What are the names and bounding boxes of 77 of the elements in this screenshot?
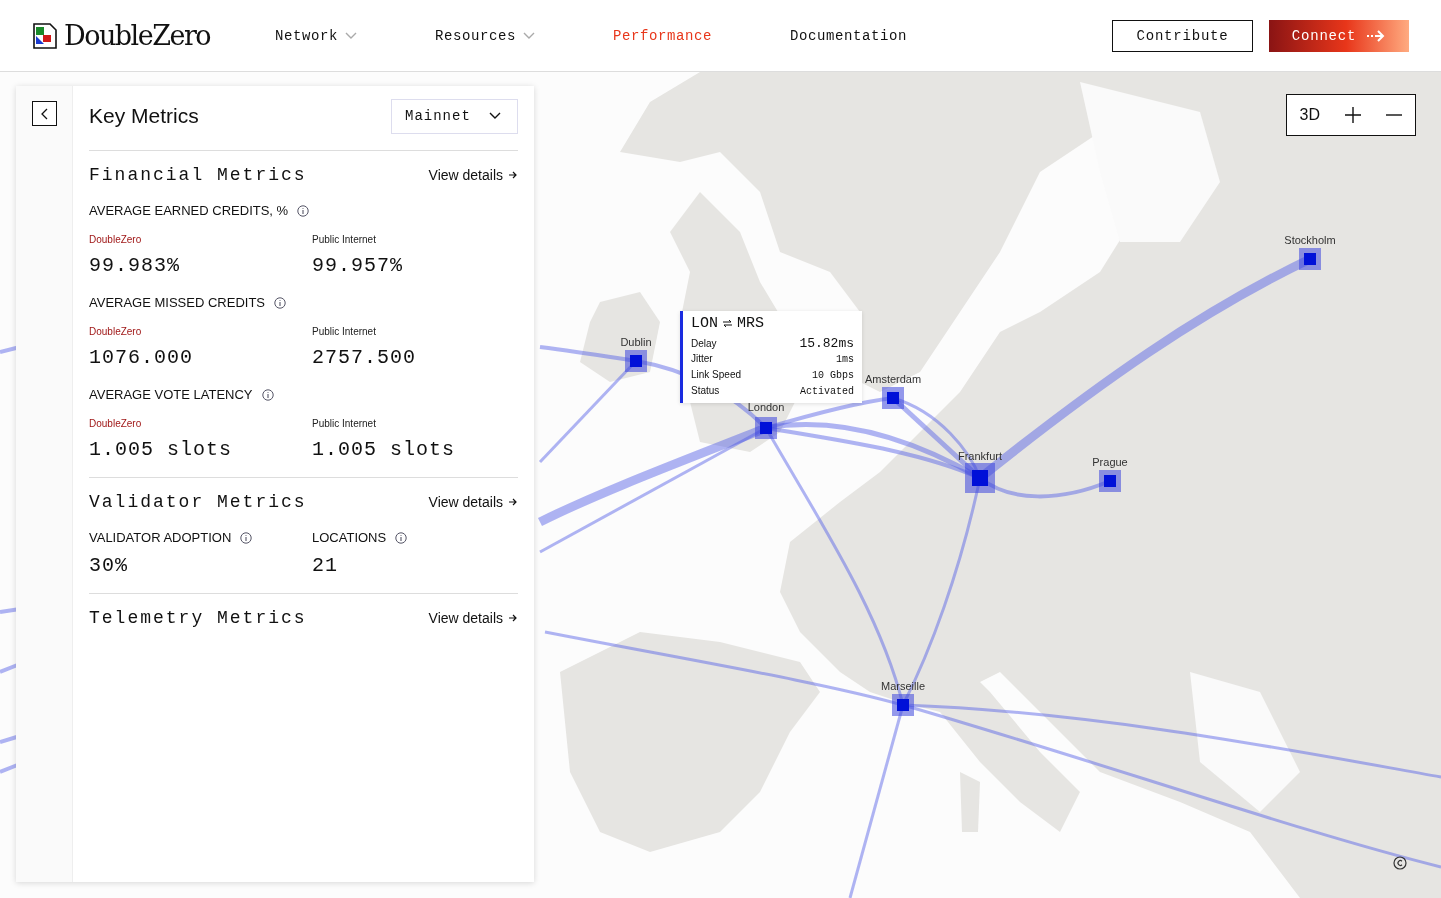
metric-value: 99.983% [89, 254, 181, 277]
connect-button[interactable]: Connect [1269, 19, 1409, 52]
panel-title: Key Metrics [89, 104, 199, 128]
source-label: Public Internet [312, 326, 377, 337]
metric-label: AVERAGE EARNED CREDITS, % [89, 203, 289, 218]
copyright-icon[interactable] [1393, 856, 1407, 870]
section-title: Telemetry Metrics [89, 608, 307, 628]
chevron-left-icon [40, 107, 48, 120]
arrow-right-icon [1366, 28, 1387, 43]
source-label: Public Internet [312, 418, 377, 429]
node-marker[interactable] [755, 417, 777, 439]
view-details-link[interactable]: View details [428, 610, 518, 626]
nav-link[interactable]: Resources [435, 27, 536, 44]
metric-label: LOCATIONS [312, 530, 387, 545]
city-label: Amsterdam [864, 373, 922, 385]
metric-label: VALIDATOR ADOPTION [89, 530, 232, 545]
network-dropdown[interactable]: Mainnet [391, 98, 518, 134]
metric-value: 99.957% [312, 254, 404, 277]
node-marker[interactable] [1099, 470, 1121, 492]
zoom-in-button[interactable] [1345, 107, 1362, 123]
metric-value: 2757.500 [312, 346, 417, 369]
minus-icon [1386, 114, 1403, 116]
metric-value: 1.005 slots [89, 438, 234, 461]
source-label: DoubleZero [89, 234, 143, 245]
arrow-right-icon [508, 613, 518, 623]
nav-link[interactable]: Performance [613, 27, 713, 44]
info-icon [395, 531, 408, 544]
metric-value: 1076.000 [89, 346, 194, 369]
source-label: DoubleZero [89, 418, 143, 429]
city-label: Stockholm [1284, 234, 1336, 246]
city-label: Frankfurt [958, 450, 1002, 462]
node-marker[interactable] [1299, 248, 1321, 270]
tooltip-value: Activated [800, 385, 854, 399]
nav-link[interactable]: Network [275, 27, 357, 44]
arrow-right-icon [508, 170, 518, 180]
section-title: Financial Metrics [89, 165, 307, 185]
tooltip-value: 1ms [836, 353, 854, 367]
tooltip-label: Status [691, 384, 720, 398]
info-icon [297, 204, 310, 217]
tooltip-label: Link Speed [691, 368, 742, 382]
city-label: London [747, 401, 785, 413]
tooltip-value: 15.82ms [799, 336, 854, 351]
metric-label: AVERAGE VOTE LATENCY [89, 387, 253, 402]
city-label: Dublin [620, 336, 652, 348]
section-title: Validator Metrics [89, 492, 307, 512]
metric-value: 21 [312, 554, 339, 577]
tooltip-title: MRS [737, 315, 765, 332]
metric-value: 30% [89, 554, 129, 577]
tooltip-title: LON [691, 315, 718, 332]
logo-icon [32, 21, 58, 50]
info-icon [274, 296, 286, 309]
node-marker[interactable] [625, 350, 647, 372]
source-label: Public Internet [312, 234, 377, 245]
logo-text[interactable]: DoubleZero [64, 20, 211, 51]
city-label: Prague [1092, 456, 1128, 468]
view-details-link[interactable]: View details [428, 167, 518, 183]
swap-arrows-icon [723, 319, 732, 328]
collapse-button[interactable] [31, 101, 57, 126]
info-icon [240, 531, 253, 544]
chevron-down-icon [489, 112, 501, 120]
node-marker[interactable] [892, 694, 914, 716]
contribute-button[interactable]: Contribute [1112, 19, 1253, 52]
3d-toggle-button[interactable]: 3D [1299, 106, 1321, 124]
view-details-link[interactable]: View details [428, 494, 518, 510]
tooltip-label: Delay [691, 337, 717, 351]
plus-icon [1345, 107, 1362, 123]
arrow-right-icon [508, 497, 518, 507]
metric-value: 1.005 slots [312, 438, 457, 461]
info-icon [261, 388, 274, 401]
nav-link[interactable]: Documentation [790, 27, 908, 44]
tooltip-value: 10 Gbps [812, 369, 854, 383]
node-marker[interactable] [882, 387, 904, 409]
metric-label: AVERAGE MISSED CREDITS [89, 295, 265, 310]
city-label: Marseille [881, 680, 925, 692]
node-marker[interactable] [965, 463, 995, 493]
source-label: DoubleZero [89, 326, 143, 337]
tooltip-label: Jitter [691, 352, 713, 366]
